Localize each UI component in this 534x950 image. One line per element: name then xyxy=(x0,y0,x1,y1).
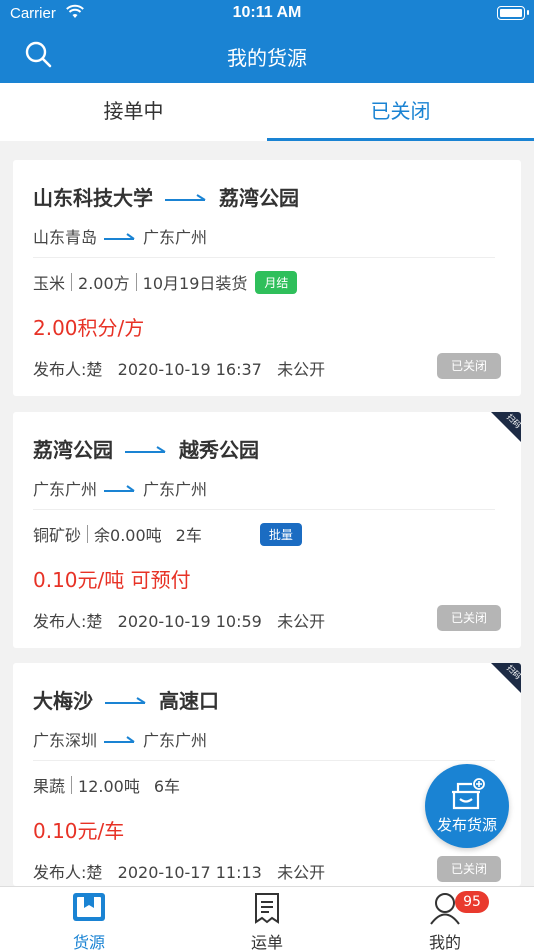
tab-waybill-label: 运单 xyxy=(250,933,283,950)
page-title: 我的货源 xyxy=(227,46,307,70)
status-badge[interactable]: 已关闭 xyxy=(437,605,501,631)
publish-cargo-button[interactable]: 发布货源 xyxy=(425,764,509,848)
tab-closed[interactable]: 已关闭 xyxy=(267,83,534,141)
top-bar: Carrier 10:11 AM 我的货源 xyxy=(0,0,534,83)
publish-cargo-icon xyxy=(452,778,485,810)
destination-region: 广东广州 xyxy=(143,731,208,750)
tab-waybill[interactable]: 运单 xyxy=(178,887,356,950)
price: 0.10元/吨 可预付 xyxy=(33,568,191,592)
tab-profile[interactable]: 我的 xyxy=(356,887,534,950)
visibility: 未公开 xyxy=(277,612,326,631)
cargo-spec: 果蔬 12.00吨 6车 xyxy=(33,773,180,797)
publish-info: 发布人:楚 2020-10-19 10:59 未公开 xyxy=(33,608,325,632)
destination-region: 广东广州 xyxy=(143,228,208,247)
price: 0.10元/车 xyxy=(33,819,125,843)
status-badge[interactable]: 已关闭 xyxy=(437,856,501,882)
status-bar: Carrier 10:11 AM xyxy=(0,0,534,28)
publish-datetime: 2020-10-19 16:37 xyxy=(117,360,262,379)
origin-name: 荔湾公园 xyxy=(33,438,113,462)
cargo-icon xyxy=(73,893,105,921)
cargo-type: 铜矿砂 xyxy=(33,526,82,545)
divider xyxy=(33,509,495,510)
route-region: 广东广州 广东广州 xyxy=(33,476,207,500)
divider xyxy=(33,257,495,258)
origin-region: 广东深圳 xyxy=(33,731,98,750)
tab-active-orders[interactable]: 接单中 xyxy=(0,83,267,141)
route-arrow-icon xyxy=(104,736,135,743)
route-arrow-icon xyxy=(165,193,206,201)
route-title: 山东科技大学 荔湾公园 xyxy=(33,182,299,211)
payment-badge: 月结 xyxy=(255,270,298,294)
origin-name: 大梅沙 xyxy=(33,689,93,713)
waybill-icon xyxy=(255,893,279,924)
publish-cargo-label: 发布货源 xyxy=(436,816,497,834)
destination-region: 广东广州 xyxy=(143,480,208,499)
origin-name: 山东科技大学 xyxy=(33,186,153,210)
cargo-card[interactable]: 山东科技大学 荔湾公园 山东青岛 广东广州 玉米 2.00方 10月19日装货 … xyxy=(13,160,521,396)
destination-name: 荔湾公园 xyxy=(219,186,299,210)
tab-cargo[interactable]: 货源 xyxy=(0,887,178,950)
cargo-extra: 6车 xyxy=(153,777,181,796)
divider xyxy=(33,760,495,761)
separator xyxy=(135,273,137,291)
route-arrow-icon xyxy=(104,233,135,240)
route-arrow-icon xyxy=(104,485,135,492)
scan-corner-tag: 扫码 xyxy=(491,663,521,693)
route-region: 广东深圳 广东广州 xyxy=(33,727,207,751)
visibility: 未公开 xyxy=(277,863,326,882)
cargo-type: 果蔬 xyxy=(33,777,66,796)
cargo-spec: 玉米 2.00方 10月19日装货 月结 xyxy=(33,270,298,294)
price: 2.00积分/方 xyxy=(33,316,145,340)
publish-datetime: 2020-10-17 11:13 xyxy=(117,863,262,882)
scan-corner-tag: 扫码 xyxy=(491,412,521,442)
route-region: 山东青岛 广东广州 xyxy=(33,224,207,248)
publisher: 发布人:楚 xyxy=(33,360,103,379)
origin-region: 广东广州 xyxy=(33,480,98,499)
origin-region: 山东青岛 xyxy=(33,228,98,247)
route-arrow-icon xyxy=(125,445,166,453)
separator xyxy=(87,525,89,543)
notification-badge: 95 xyxy=(455,891,489,913)
cargo-amount: 2.00方 xyxy=(78,274,130,293)
separator xyxy=(71,776,73,794)
publisher: 发布人:楚 xyxy=(33,863,103,882)
bottom-tab-bar: 货源 运单 我的 xyxy=(0,886,534,950)
tab-bar-top: 接单中 已关闭 xyxy=(0,83,534,141)
tab-cargo-label: 货源 xyxy=(72,933,105,950)
cargo-amount: 余0.00吨 xyxy=(94,526,162,545)
status-badge[interactable]: 已关闭 xyxy=(437,353,501,379)
battery-icon xyxy=(497,6,529,20)
route-title: 荔湾公园 越秀公园 xyxy=(33,434,259,463)
cargo-spec: 铜矿砂 余0.00吨 2车 批量 xyxy=(33,522,302,546)
batch-badge: 批量 xyxy=(259,522,302,546)
route-arrow-icon xyxy=(105,696,146,704)
publish-info: 发布人:楚 2020-10-17 11:13 未公开 xyxy=(33,859,325,883)
publisher: 发布人:楚 xyxy=(33,612,103,631)
cargo-amount: 12.00吨 xyxy=(78,777,140,796)
cargo-card[interactable]: 扫码 荔湾公园 越秀公园 广东广州 广东广州 铜矿砂 余0.00吨 2车 批量 … xyxy=(13,412,521,648)
publish-info: 发布人:楚 2020-10-19 16:37 未公开 xyxy=(33,356,325,380)
destination-name: 越秀公园 xyxy=(179,438,259,462)
cargo-extra: 2车 xyxy=(175,526,202,545)
route-title: 大梅沙 高速口 xyxy=(33,685,219,714)
publish-datetime: 2020-10-19 10:59 xyxy=(117,612,262,631)
destination-name: 高速口 xyxy=(159,689,219,713)
cargo-extra: 10月19日装货 xyxy=(142,274,248,293)
separator xyxy=(71,273,73,291)
clock: 10:11 AM xyxy=(232,4,302,21)
tab-profile-label: 我的 xyxy=(428,933,461,950)
cargo-type: 玉米 xyxy=(33,274,66,293)
visibility: 未公开 xyxy=(277,360,326,379)
